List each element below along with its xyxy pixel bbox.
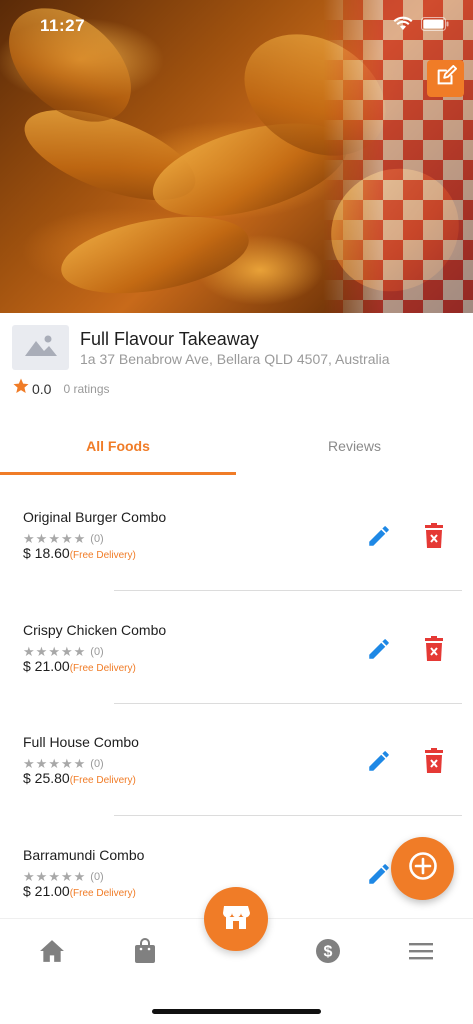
food-item[interactable]: Crispy Chicken Combo ★ ★ ★ ★ ★ (0) $ 21.00(F… bbox=[0, 592, 473, 704]
tab-all-foods[interactable]: All Foods bbox=[0, 420, 236, 472]
edit-restaurant-button[interactable] bbox=[427, 60, 464, 97]
pencil-icon bbox=[366, 751, 392, 778]
divider bbox=[114, 815, 462, 816]
tab-bar: All Foods Reviews bbox=[0, 420, 473, 476]
edit-food-button[interactable] bbox=[366, 748, 392, 774]
food-price: $ 25.80(Free Delivery) bbox=[23, 770, 136, 786]
status-time: 11:27 bbox=[40, 16, 86, 35]
food-price: $ 18.60(Free Delivery) bbox=[23, 545, 136, 561]
pencil-icon bbox=[366, 526, 392, 553]
status-bar: 11:27 bbox=[0, 0, 473, 50]
delete-food-button[interactable] bbox=[423, 636, 445, 662]
nav-orders[interactable] bbox=[131, 937, 159, 969]
nav-earnings[interactable]: $ bbox=[314, 938, 342, 969]
food-price: $ 21.00(Free Delivery) bbox=[23, 883, 136, 899]
rating-value: 0.0 bbox=[32, 380, 52, 397]
food-price: $ 21.00(Free Delivery) bbox=[23, 658, 136, 674]
delete-food-button[interactable] bbox=[423, 748, 445, 774]
restaurant-rating: 0.0 0 ratings bbox=[12, 377, 110, 400]
delivery-note: (Free Delivery) bbox=[69, 775, 136, 786]
wifi-icon bbox=[393, 16, 413, 36]
food-rating-count: (0) bbox=[90, 758, 104, 770]
home-indicator bbox=[152, 1009, 321, 1014]
plus-circle-icon bbox=[408, 851, 438, 886]
trash-icon bbox=[423, 636, 445, 666]
menu-icon bbox=[409, 942, 433, 965]
food-rating-count: (0) bbox=[90, 871, 104, 883]
delete-food-button[interactable] bbox=[423, 523, 445, 549]
edit-food-button[interactable] bbox=[366, 861, 392, 887]
shopping-bag-icon bbox=[134, 937, 156, 969]
dollar-icon: $ bbox=[315, 938, 341, 969]
food-name: Barramundi Combo bbox=[23, 847, 145, 863]
store-icon bbox=[222, 904, 250, 935]
food-item[interactable]: Original Burger Combo ★ ★ ★ ★ ★ (0) $ 18.60(… bbox=[0, 479, 473, 591]
home-icon bbox=[39, 939, 65, 968]
store-button[interactable] bbox=[204, 887, 268, 951]
food-rating-count: (0) bbox=[90, 646, 104, 658]
trash-icon bbox=[423, 523, 445, 553]
delivery-note: (Free Delivery) bbox=[69, 888, 136, 899]
pencil-icon bbox=[366, 864, 392, 891]
tab-reviews[interactable]: Reviews bbox=[236, 420, 473, 472]
edit-square-icon bbox=[435, 65, 457, 92]
restaurant-name: Full Flavour Takeaway bbox=[80, 329, 259, 349]
pencil-icon bbox=[366, 639, 392, 666]
nav-menu[interactable] bbox=[407, 939, 435, 967]
tab-indicator bbox=[0, 472, 236, 475]
edit-food-button[interactable] bbox=[366, 523, 392, 549]
food-name: Full House Combo bbox=[23, 734, 139, 750]
ratings-count: 0 ratings bbox=[63, 381, 110, 396]
divider bbox=[114, 590, 462, 591]
trash-icon bbox=[423, 748, 445, 778]
food-item[interactable]: Full House Combo ★ ★ ★ ★ ★ (0) $ 25.80(Free … bbox=[0, 704, 473, 816]
image-placeholder-icon bbox=[23, 332, 59, 363]
restaurant-logo-placeholder bbox=[12, 325, 69, 370]
nav-home[interactable] bbox=[38, 939, 66, 967]
edit-food-button[interactable] bbox=[366, 636, 392, 662]
food-name: Original Burger Combo bbox=[23, 509, 167, 525]
add-food-button[interactable] bbox=[391, 837, 454, 900]
delivery-note: (Free Delivery) bbox=[69, 550, 136, 561]
restaurant-address: 1a 37 Benabrow Ave, Bellara QLD 4507, Au… bbox=[80, 351, 390, 367]
svg-text:$: $ bbox=[324, 943, 333, 960]
delivery-note: (Free Delivery) bbox=[69, 663, 136, 674]
star-icon bbox=[12, 377, 30, 400]
restaurant-info: Full Flavour Takeaway 1a 37 Benabrow Ave… bbox=[0, 313, 473, 413]
battery-icon bbox=[421, 16, 449, 36]
food-name: Crispy Chicken Combo bbox=[23, 622, 167, 638]
food-rating-count: (0) bbox=[90, 533, 104, 545]
